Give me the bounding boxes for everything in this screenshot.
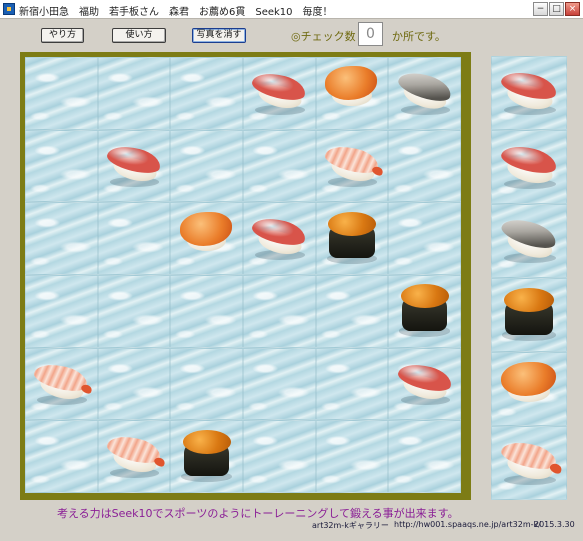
uni-topping xyxy=(182,429,231,454)
check-count-suffix: か所です。 xyxy=(392,30,446,43)
clear-photos-button[interactable]: 写真を消す xyxy=(192,28,246,43)
check-count-field: 0 xyxy=(358,22,383,46)
check-count-label: ◎チェック数 xyxy=(291,30,356,43)
board-cell[interactable] xyxy=(315,347,389,421)
akagai-sushi-icon xyxy=(492,353,566,425)
board-cell[interactable] xyxy=(170,129,243,203)
reference-cell xyxy=(491,130,567,204)
close-button[interactable]: × xyxy=(565,2,580,16)
board-cell[interactable] xyxy=(25,202,98,275)
board-cell[interactable] xyxy=(25,129,98,203)
maguro-topping xyxy=(395,359,454,395)
footer-message: 考える力はSeek10でスポーツのようにトーレーニングして鍛える事が出来ます。 xyxy=(57,507,459,520)
ebi-sushi-icon xyxy=(99,421,170,492)
board-cell[interactable] xyxy=(25,347,98,421)
board-cell[interactable] xyxy=(25,274,98,348)
maximize-button[interactable]: □ xyxy=(549,2,564,16)
aji-sushi-icon xyxy=(389,58,460,129)
board-cell[interactable] xyxy=(170,57,243,130)
footer-url[interactable]: http://hw001.spaaqs.ne.jp/art32m-k/ xyxy=(394,520,541,529)
board-cell[interactable] xyxy=(97,202,171,275)
window-title: 新宿小田急 福助 若手板さん 森君 お薦め6貫 Seek10 毎度！ xyxy=(19,7,333,18)
uni-sushi-icon xyxy=(171,421,242,492)
board-cell[interactable] xyxy=(388,420,461,493)
board-cell[interactable] xyxy=(97,347,171,421)
board-cell[interactable] xyxy=(97,420,171,493)
reference-cell xyxy=(491,278,567,352)
ebi-sushi-icon xyxy=(26,349,97,420)
akagai-sushi-icon xyxy=(171,203,242,274)
board-cell[interactable] xyxy=(170,274,243,348)
board-cell[interactable] xyxy=(97,129,171,203)
board-cell[interactable] xyxy=(170,347,243,421)
ebi-sushi-icon xyxy=(492,427,566,499)
akagai-sushi-icon xyxy=(317,58,388,129)
board-cell[interactable] xyxy=(242,202,316,275)
maguro-sushi-icon xyxy=(492,131,566,203)
maguro-topping xyxy=(105,141,163,177)
reference-cell xyxy=(491,204,567,278)
how-to-button[interactable]: やり方 xyxy=(41,28,84,43)
maguro-sushi-icon xyxy=(99,131,170,202)
board-grid xyxy=(25,57,461,493)
uni-sushi-icon xyxy=(492,279,566,351)
board-cell[interactable] xyxy=(388,57,461,130)
board-cell[interactable] xyxy=(242,129,316,203)
board-cell[interactable] xyxy=(242,274,316,348)
aji-sushi-icon xyxy=(492,205,566,277)
footer-credit: art32m-kギャラリー xyxy=(312,521,389,530)
title-bar: 新宿小田急 福助 若手板さん 森君 お薦め6貫 Seek10 毎度！ − □ × xyxy=(0,0,583,19)
maguro-sushi-icon xyxy=(492,57,566,129)
board-cell[interactable] xyxy=(25,57,98,130)
minimize-button[interactable]: − xyxy=(533,2,548,16)
board-cell[interactable] xyxy=(315,420,389,493)
board-cell[interactable] xyxy=(315,129,389,203)
board-cell[interactable] xyxy=(97,274,171,348)
reference-cell xyxy=(491,352,567,426)
reference-cell xyxy=(491,56,567,130)
board-cell[interactable] xyxy=(388,347,461,421)
board-cell[interactable] xyxy=(388,202,461,275)
app-icon xyxy=(3,3,15,15)
reference-column xyxy=(491,56,567,500)
maguro-sushi-icon xyxy=(244,58,315,129)
board-cell[interactable] xyxy=(388,129,461,203)
board-cell[interactable] xyxy=(170,202,243,275)
uni-topping xyxy=(503,287,555,313)
board-cell[interactable] xyxy=(25,420,98,493)
footer-date: 2015.3.30 xyxy=(534,520,575,529)
board-cell[interactable] xyxy=(242,420,316,493)
board-cell[interactable] xyxy=(315,57,389,130)
board-cell[interactable] xyxy=(242,347,316,421)
uni-topping xyxy=(327,211,376,236)
maguro-sushi-icon xyxy=(389,349,460,420)
board-cell[interactable] xyxy=(315,202,389,275)
board-cell[interactable] xyxy=(97,57,171,130)
board-cell[interactable] xyxy=(242,57,316,130)
uni-sushi-icon xyxy=(317,203,388,274)
uni-sushi-icon xyxy=(389,276,460,347)
board-cell[interactable] xyxy=(388,274,461,348)
ebi-sushi-icon xyxy=(317,131,388,202)
game-board xyxy=(20,52,471,500)
board-cell[interactable] xyxy=(315,274,389,348)
board-cell[interactable] xyxy=(170,420,243,493)
usage-button[interactable]: 使い方 xyxy=(112,28,166,43)
reference-cell xyxy=(491,426,567,500)
maguro-sushi-icon xyxy=(244,203,315,274)
